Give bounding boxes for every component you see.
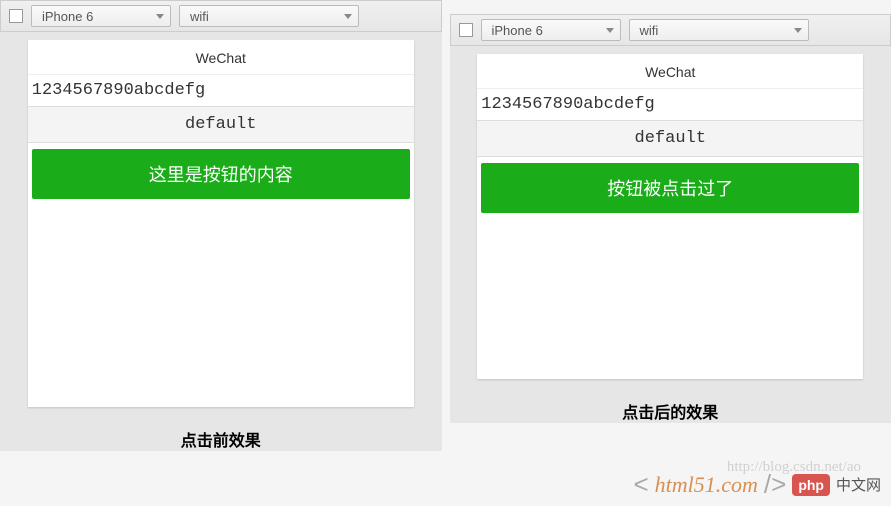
network-select[interactable]: wifi [629, 19, 809, 41]
simulator-area-left: WeChat 1234567890abcdefg default 这里是按钮的内… [0, 32, 442, 451]
device-select-label: iPhone 6 [492, 23, 543, 38]
toolbar-checkbox[interactable] [459, 23, 473, 37]
watermark: < html51.com /> php 中文网 [633, 469, 881, 500]
default-label: default [28, 106, 414, 143]
simulator-area-right: WeChat 1234567890abcdefg default 按钮被点击过了… [450, 46, 891, 423]
app-title: WeChat [28, 40, 414, 75]
phone-screen-left: WeChat 1234567890abcdefg default 这里是按钮的内… [28, 40, 414, 407]
simulator-toolbar-right: iPhone 6 wifi [450, 14, 891, 46]
app-title: WeChat [477, 54, 863, 89]
sample-text: 1234567890abcdefg [477, 89, 863, 120]
network-select[interactable]: wifi [179, 5, 359, 27]
php-badge: php [792, 474, 830, 496]
panel-before: iPhone 6 wifi WeChat 1234567890abcdefg d… [0, 0, 446, 506]
panel-after: iPhone 6 wifi WeChat 1234567890abcdefg d… [446, 14, 891, 506]
primary-button[interactable]: 这里是按钮的内容 [32, 149, 410, 199]
network-select-label: wifi [640, 23, 659, 38]
blank-area [477, 221, 863, 379]
primary-button-label: 按钮被点击过了 [607, 179, 733, 199]
chevron-down-icon [606, 28, 614, 33]
chevron-down-icon [794, 28, 802, 33]
phone-content: 1234567890abcdefg default 这里是按钮的内容 [28, 75, 414, 407]
device-select[interactable]: iPhone 6 [481, 19, 621, 41]
phone-screen-right: WeChat 1234567890abcdefg default 按钮被点击过了 [477, 54, 863, 379]
blank-area [28, 207, 414, 407]
device-select[interactable]: iPhone 6 [31, 5, 171, 27]
watermark-brand: html51.com [655, 472, 758, 498]
primary-button-label: 这里是按钮的内容 [149, 165, 293, 185]
chevron-down-icon [156, 14, 164, 19]
toolbar-checkbox[interactable] [9, 9, 23, 23]
chevron-down-icon [344, 14, 352, 19]
network-select-label: wifi [190, 9, 209, 24]
angle-left-icon: < [633, 469, 648, 500]
caption-after: 点击后的效果 [622, 399, 718, 423]
caption-before: 点击前效果 [181, 427, 261, 451]
sample-text: 1234567890abcdefg [28, 75, 414, 106]
phone-content: 1234567890abcdefg default 按钮被点击过了 [477, 89, 863, 379]
default-label: default [477, 120, 863, 157]
simulator-toolbar-left: iPhone 6 wifi [0, 0, 442, 32]
primary-button[interactable]: 按钮被点击过了 [481, 163, 859, 213]
device-select-label: iPhone 6 [42, 9, 93, 24]
watermark-cn: 中文网 [836, 474, 881, 495]
angle-right-icon: /> [764, 469, 786, 500]
